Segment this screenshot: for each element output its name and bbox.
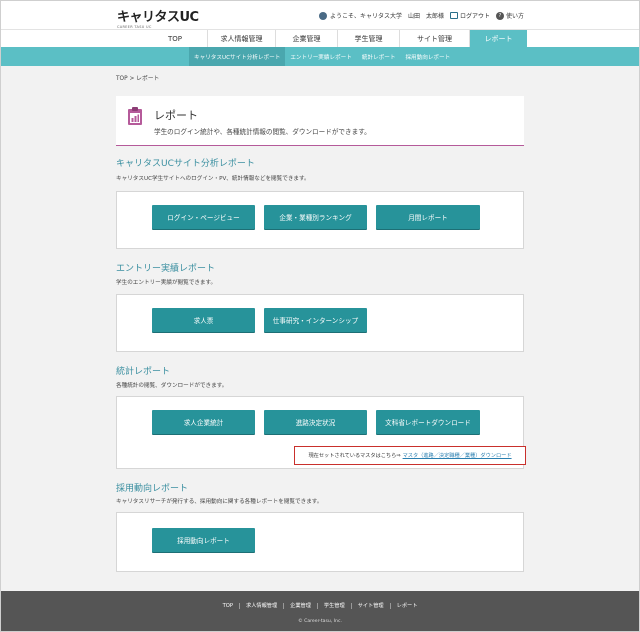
help-link[interactable]: ? 使い方 bbox=[495, 11, 524, 20]
section-desc-stats: 各種統計の閲覧、ダウンロードができます。 bbox=[116, 383, 228, 389]
section-title-site-analysis: キャリタスUCサイト分析レポート bbox=[116, 159, 255, 169]
section-box-entry: 求人票 仕事研究・インターンシップ bbox=[116, 294, 524, 352]
nav-student-management[interactable]: 学生管理 bbox=[337, 30, 399, 48]
nav-top[interactable]: TOP bbox=[143, 30, 207, 48]
report-icon bbox=[128, 107, 142, 125]
page-header: レポート 学生のログイン統計や、各種統計情報の閲覧、ダウンロードができます。 bbox=[116, 96, 524, 146]
subnav-hiring-report[interactable]: 採用動向レポート bbox=[400, 47, 455, 66]
section-box-site-analysis: ログイン・ページビュー 企業・業種別ランキング 月間レポート bbox=[116, 191, 524, 249]
logout-label: ログアウト bbox=[459, 13, 490, 20]
mext-report-download-button[interactable]: 文科省レポートダウンロード bbox=[376, 410, 480, 434]
nav-job-management[interactable]: 求人情報管理 bbox=[207, 30, 275, 48]
logo[interactable]: キャリタスUC CAREER TASU UC bbox=[117, 6, 199, 29]
section-title-entry: エントリー実績レポート bbox=[116, 264, 216, 274]
job-posting-button[interactable]: 求人票 bbox=[152, 308, 255, 332]
site-header: キャリタスUC CAREER TASU UC ようこそ、キャリタス大学 山田 太… bbox=[1, 1, 639, 29]
footer-link-top[interactable]: TOP bbox=[217, 603, 239, 609]
notice-text: 現在セットされているマスタはこちら⇒ bbox=[308, 453, 401, 459]
breadcrumb: TOP > レポート bbox=[116, 76, 160, 82]
copyright: © Career-tasu, Inc. bbox=[298, 619, 342, 624]
logout-icon bbox=[449, 12, 458, 19]
section-title-hiring: 採用動向レポート bbox=[116, 484, 189, 494]
nav-site-management[interactable]: サイト管理 bbox=[399, 30, 469, 48]
user-icon bbox=[318, 11, 327, 20]
job-research-internship-button[interactable]: 仕事研究・インターンシップ bbox=[264, 308, 367, 332]
help-icon: ? bbox=[495, 11, 504, 20]
login-pageview-button[interactable]: ログイン・ページビュー bbox=[152, 205, 255, 229]
subnav-site-analysis[interactable]: キャリタスUCサイト分析レポート bbox=[189, 47, 286, 66]
footer-link-job-management[interactable]: 求人情報管理 bbox=[239, 603, 283, 609]
nav-report[interactable]: レポート bbox=[469, 30, 527, 48]
user-bar: ようこそ、キャリタス大学 山田 太郎様 ログアウト ? 使い方 bbox=[318, 11, 524, 20]
nav-company-management[interactable]: 企業管理 bbox=[275, 30, 337, 48]
main-nav: TOP 求人情報管理 企業管理 学生管理 サイト管理 レポート bbox=[1, 29, 639, 48]
master-download-notice: 現在セットされているマスタはこちら⇒ マスタ（進路／決定職種／業種）ダウンロード bbox=[294, 446, 526, 465]
page-description: 学生のログイン統計や、各種統計情報の閲覧、ダウンロードができます。 bbox=[154, 128, 371, 136]
company-ranking-button[interactable]: 企業・業種別ランキング bbox=[264, 205, 367, 229]
section-desc-site-analysis: キャリタスUC学生サイトへのログイン・PV、統計情報などを閲覧できます。 bbox=[116, 176, 310, 182]
footer-link-company-management[interactable]: 企業管理 bbox=[283, 603, 317, 609]
career-status-button[interactable]: 進路決定状況 bbox=[264, 410, 367, 434]
footer-link-student-management[interactable]: 学生管理 bbox=[316, 603, 351, 609]
footer-link-site-management[interactable]: サイト管理 bbox=[350, 603, 390, 609]
job-company-stats-button[interactable]: 求人企業統計 bbox=[152, 410, 255, 434]
page-title: レポート bbox=[154, 109, 198, 122]
subnav-stats-report[interactable]: 統計レポート bbox=[357, 47, 401, 66]
section-desc-hiring: キャリタスリサーチが発行する、採用動向に関する各種レポートを閲覧できます。 bbox=[116, 499, 323, 505]
master-download-link[interactable]: マスタ（進路／決定職種／業種）ダウンロード bbox=[403, 452, 512, 459]
sub-nav: キャリタスUCサイト分析レポート エントリー実績レポート 統計レポート 採用動向… bbox=[1, 47, 639, 66]
section-title-stats: 統計レポート bbox=[116, 367, 171, 377]
logout-link[interactable]: ログアウト bbox=[449, 11, 490, 20]
monthly-report-button[interactable]: 月間レポート bbox=[376, 205, 480, 229]
user-greeting: ようこそ、キャリタス大学 山田 太郎様 bbox=[329, 13, 444, 20]
logo-text: キャリタスUC bbox=[117, 10, 199, 25]
section-box-hiring: 採用動向レポート bbox=[116, 512, 524, 572]
section-desc-entry: 学生のエントリー実績が閲覧できます。 bbox=[116, 280, 217, 286]
site-footer: TOP 求人情報管理 企業管理 学生管理 サイト管理 レポート © Career… bbox=[1, 591, 639, 631]
hiring-trend-report-button[interactable]: 採用動向レポート bbox=[152, 528, 255, 552]
footer-link-report[interactable]: レポート bbox=[389, 603, 424, 609]
subnav-entry-report[interactable]: エントリー実績レポート bbox=[285, 47, 357, 66]
help-label: 使い方 bbox=[505, 13, 524, 20]
